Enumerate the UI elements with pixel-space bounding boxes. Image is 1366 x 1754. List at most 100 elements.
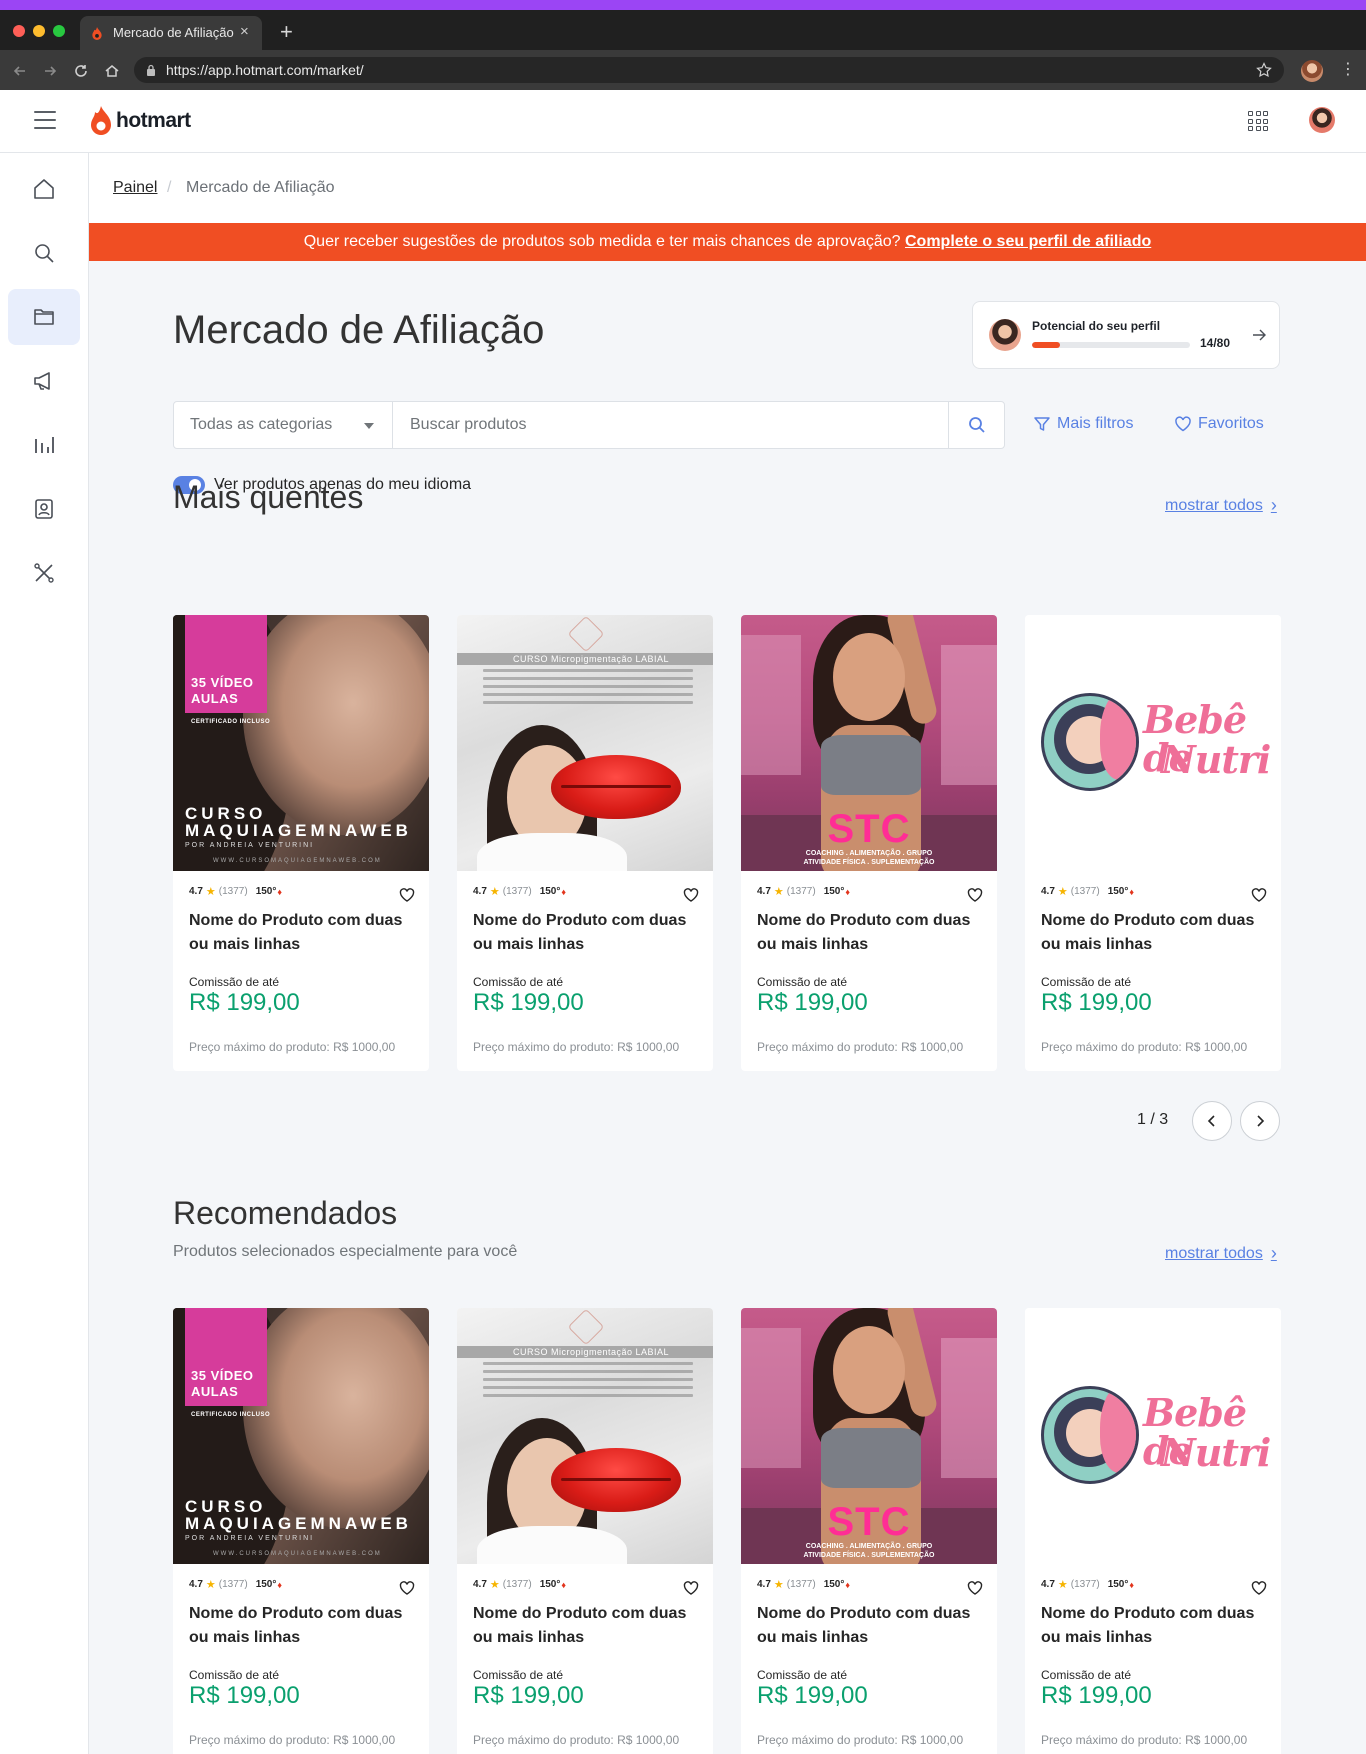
back-arrow-icon[interactable] [12,63,28,79]
product-image[interactable]: 35 VÍDEO AULAS CERTIFICADO INCLUSO CURSO MAQ… [173,1308,429,1564]
product-image[interactable]: STC COACHING . ALIMENTAÇÃO . GRUPO ATIVIDA… [741,1308,997,1564]
product-name[interactable]: Nome do Produto com duas ou mais linhas [757,909,981,957]
product-stats: 4.7 ★ (1377) 150° ♦ [1041,1578,1134,1591]
category-select[interactable]: Todas as categorias [174,402,393,448]
forward-arrow-icon[interactable] [42,63,58,79]
favorite-heart-icon[interactable] [967,1580,983,1596]
browser-tab[interactable]: Mercado de Afiliação × [80,16,262,50]
image-shape [483,1362,693,1402]
address-bar[interactable]: https://app.hotmart.com/market/ [134,57,1284,83]
window-maximize-button[interactable] [53,25,65,37]
search-input[interactable] [394,402,947,448]
product-image[interactable]: Bebê de Nutri [1025,615,1281,871]
image-badge-text: 35 VÍDEO AULAS [191,1368,254,1399]
search-button[interactable] [948,402,1004,448]
product-card[interactable]: 35 VÍDEO AULAS CERTIFICADO INCLUSO CURSO MAQ… [173,1308,429,1754]
sidebar-item-analytics[interactable] [8,417,80,473]
favorites-button[interactable]: Favoritos [1174,415,1264,433]
reload-icon[interactable] [73,63,89,79]
show-all-hot-label: mostrar todos [1165,496,1263,514]
product-card[interactable]: CURSO Micropigmentação LABIAL 4.7 ★ (137… [457,615,713,1071]
carousel-next-button[interactable] [1240,1101,1280,1141]
show-all-hot-link[interactable]: mostrar todos › [1165,495,1277,516]
tab-close-icon[interactable]: × [240,23,249,41]
sidebar-item-contacts[interactable] [8,481,80,537]
browser-menu-icon[interactable]: ⋮ [1340,60,1356,80]
product-temperature: 150° [823,886,845,897]
hotmart-logo[interactable]: hotmart [90,105,191,137]
sidebar-item-home[interactable] [8,161,80,217]
search-icon [35,244,54,263]
product-card[interactable]: Bebê de Nutri 4.7 ★ (1377) 150° ♦ Nome do… [1025,615,1281,1071]
caret-down-icon [364,423,374,429]
user-avatar[interactable] [1309,107,1335,133]
fire-icon: ♦ [845,1579,850,1590]
bookmark-star-icon[interactable] [1256,62,1272,78]
commission-value: R$ 199,00 [473,1682,584,1709]
product-image[interactable]: STC COACHING . ALIMENTAÇÃO . GRUPO ATIVIDA… [741,615,997,871]
home-browser-icon[interactable] [104,63,120,79]
profile-potential-card[interactable]: Potencial do seu perfil 14/80 [972,301,1280,369]
section-title-hot: Mais quentes [173,479,364,515]
product-image[interactable]: CURSO Micropigmentação LABIAL [457,1308,713,1564]
new-tab-button[interactable]: + [280,21,293,43]
product-image[interactable]: Bebê de Nutri [1025,1308,1281,1564]
product-image[interactable]: 35 VÍDEO AULAS CERTIFICADO INCLUSO CURSO MAQ… [173,615,429,871]
product-name[interactable]: Nome do Produto com duas ou mais linhas [757,1602,981,1650]
category-select-value: Todas as categorias [190,416,333,433]
product-name[interactable]: Nome do Produto com duas ou mais linhas [1041,1602,1265,1650]
sidebar-item-marketing[interactable] [8,353,80,409]
product-card[interactable]: CURSO Micropigmentação LABIAL 4.7 ★ (137… [457,1308,713,1754]
carousel-pager: 1 / 3 [1137,1101,1280,1141]
browser-profile-avatar[interactable] [1301,60,1323,82]
product-card[interactable]: 35 VÍDEO AULAS CERTIFICADO INCLUSO CURSO MAQ… [173,615,429,1071]
favorite-heart-icon[interactable] [399,1580,415,1596]
product-image[interactable]: CURSO Micropigmentação LABIAL [457,615,713,871]
sidebar [0,153,89,1754]
product-name[interactable]: Nome do Produto com duas ou mais linhas [189,909,413,957]
sidebar-item-search[interactable] [8,225,80,281]
hamburger-menu-icon[interactable] [34,111,56,129]
carousel-prev-button[interactable] [1192,1101,1232,1141]
show-all-recommended-link[interactable]: mostrar todos › [1165,1243,1277,1264]
sidebar-item-products[interactable] [8,289,80,345]
fitness-program-cover: STC COACHING . ALIMENTAÇÃO . GRUPO ATIVIDA… [741,1308,997,1564]
product-review-count: (1377) [502,1579,532,1590]
image-shape [483,1362,693,1365]
product-card[interactable]: STC COACHING . ALIMENTAÇÃO . GRUPO ATIVIDA… [741,1308,997,1754]
sidebar-item-tools[interactable] [8,545,80,601]
apps-grid-icon[interactable] [1248,111,1268,131]
image-shape [561,785,671,788]
product-name[interactable]: Nome do Produto com duas ou mais linhas [473,909,697,957]
product-name[interactable]: Nome do Produto com duas ou mais linhas [473,1602,697,1650]
image-shape [483,701,693,704]
image-bar-text: CURSO Micropigmentação LABIAL [513,654,670,664]
product-card[interactable]: Bebê de Nutri 4.7 ★ (1377) 150° ♦ Nome do… [1025,1308,1281,1754]
window-minimize-button[interactable] [33,25,45,37]
promo-text: Quer receber sugestões de produtos sob m… [303,233,901,250]
product-rating: 4.7 [473,886,487,897]
favorite-heart-icon[interactable] [1251,887,1267,903]
favorite-heart-icon[interactable] [967,887,983,903]
favorite-heart-icon[interactable] [1251,1580,1267,1596]
hotmart-flame-icon [91,106,111,135]
product-stats: 4.7 ★ (1377) 150° ♦ [757,1578,850,1591]
folder-icon [34,309,54,325]
image-shape [833,633,905,721]
breadcrumb-root-link[interactable]: Painel [113,179,157,197]
breadcrumb-current: Mercado de Afiliação [186,179,335,196]
product-name[interactable]: Nome do Produto com duas ou mais linhas [1041,909,1265,957]
show-all-recommended-label: mostrar todos [1165,1244,1263,1262]
product-card[interactable]: STC COACHING . ALIMENTAÇÃO . GRUPO ATIVIDA… [741,615,997,1071]
image-shape [1100,1389,1136,1473]
product-rating: 4.7 [189,1579,203,1590]
promo-link[interactable]: Complete o seu perfil de afiliado [905,233,1151,250]
product-name[interactable]: Nome do Produto com duas ou mais linhas [189,1602,413,1650]
breadcrumb-separator: / [167,179,172,196]
favorite-heart-icon[interactable] [399,887,415,903]
favorite-heart-icon[interactable] [683,1580,699,1596]
favorite-heart-icon[interactable] [683,887,699,903]
star-icon: ★ [773,886,784,898]
more-filters-button[interactable]: Mais filtros [1033,415,1133,433]
window-close-button[interactable] [13,25,25,37]
